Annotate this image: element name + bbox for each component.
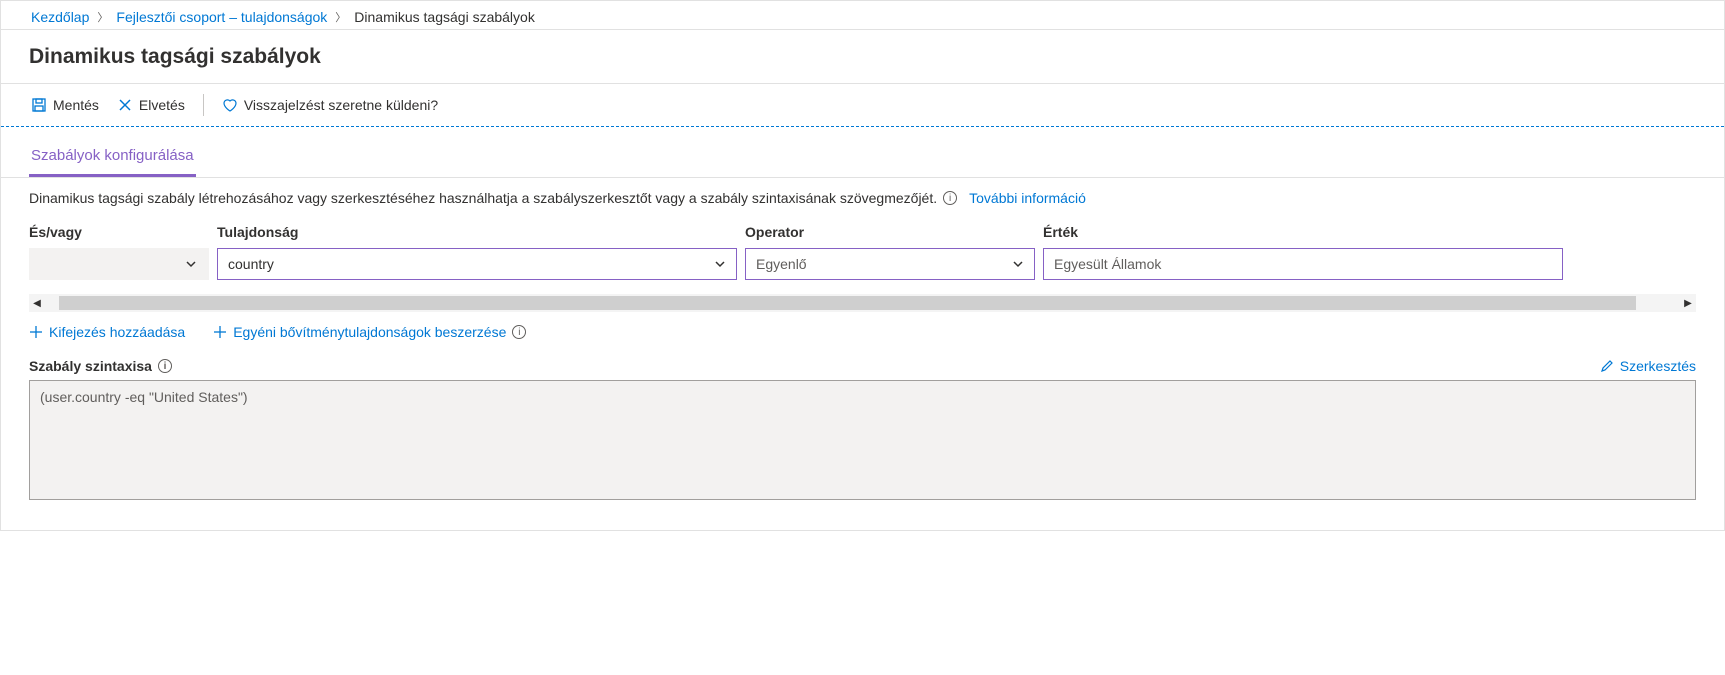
operator-value: Egyenlő <box>756 256 1006 272</box>
chevron-down-icon <box>1012 258 1024 270</box>
chevron-right-icon: 〉 <box>97 9 108 25</box>
plus-icon <box>29 325 43 339</box>
breadcrumb-current: Dinamikus tagsági szabályok <box>354 9 535 25</box>
save-label: Mentés <box>53 97 99 113</box>
col-header-operator: Operator <box>745 224 1035 240</box>
info-icon[interactable]: i <box>158 359 172 373</box>
scroll-thumb[interactable] <box>59 296 1636 310</box>
property-dropdown[interactable]: country <box>217 248 737 280</box>
toolbar-divider <box>203 94 204 116</box>
info-icon[interactable]: i <box>943 191 957 205</box>
pencil-icon <box>1600 359 1614 373</box>
description-text: Dinamikus tagsági szabály létrehozásához… <box>29 190 937 206</box>
tabs: Szabályok konfigurálása <box>1 127 1724 178</box>
scroll-right-arrow[interactable]: ▶ <box>1680 294 1696 312</box>
more-info-link[interactable]: További információ <box>969 190 1086 206</box>
edit-label: Szerkesztés <box>1620 358 1696 374</box>
save-button[interactable]: Mentés <box>31 97 99 113</box>
syntax-header: Szabály szintaxisa i Szerkesztés <box>1 358 1724 380</box>
col-header-property: Tulajdonság <box>217 224 737 240</box>
add-expression-link[interactable]: Kifejezés hozzáadása <box>29 324 185 340</box>
description-row: Dinamikus tagsági szabály létrehozásához… <box>1 178 1724 224</box>
feedback-label: Visszajelzést szeretne küldeni? <box>244 97 438 113</box>
chevron-down-icon <box>185 258 197 270</box>
close-button[interactable] <box>1692 40 1704 73</box>
syntax-value: (user.country -eq "United States") <box>40 389 248 405</box>
syntax-label: Szabály szintaxisa <box>29 358 152 374</box>
breadcrumb-group[interactable]: Fejlesztői csoport – tulajdonságok <box>116 9 327 25</box>
rule-builder: És/vagy Tulajdonság Operator Érték count… <box>1 224 1724 288</box>
discard-label: Elvetés <box>139 97 185 113</box>
add-expression-label: Kifejezés hozzáadása <box>49 324 185 340</box>
tab-configure-rules[interactable]: Szabályok konfigurálása <box>29 139 196 177</box>
add-row: Kifejezés hozzáadása Egyéni bővítménytul… <box>1 318 1724 358</box>
discard-button[interactable]: Elvetés <box>117 97 185 113</box>
syntax-textarea[interactable]: (user.country -eq "United States") <box>29 380 1696 500</box>
chevron-right-icon: 〉 <box>335 9 346 25</box>
scroll-left-arrow[interactable]: ◀ <box>29 294 45 312</box>
rule-row: country Egyenlő Egyesült Államok <box>29 248 1696 280</box>
breadcrumb-home[interactable]: Kezdőlap <box>31 9 89 25</box>
custom-ext-label: Egyéni bővítménytulajdonságok beszerzése <box>233 324 506 340</box>
plus-icon <box>213 325 227 339</box>
col-header-value: Érték <box>1043 224 1563 240</box>
value-input[interactable]: Egyesült Államok <box>1043 248 1563 280</box>
chevron-down-icon <box>714 258 726 270</box>
info-icon[interactable]: i <box>512 325 526 339</box>
property-value: country <box>228 256 708 272</box>
edit-syntax-link[interactable]: Szerkesztés <box>1600 358 1696 374</box>
feedback-button[interactable]: Visszajelzést szeretne küldeni? <box>222 97 438 113</box>
title-row: Dinamikus tagsági szabályok <box>1 30 1724 84</box>
operator-dropdown[interactable]: Egyenlő <box>745 248 1035 280</box>
col-header-andor: És/vagy <box>29 224 209 240</box>
page-title: Dinamikus tagsági szabályok <box>29 45 1692 69</box>
toolbar: Mentés Elvetés Visszajelzést szeretne kü… <box>1 84 1724 127</box>
custom-ext-link[interactable]: Egyéni bővítménytulajdonságok beszerzése… <box>213 324 526 340</box>
value-text: Egyesült Államok <box>1054 256 1161 272</box>
horizontal-scrollbar[interactable]: ◀ ▶ <box>29 294 1696 312</box>
andor-dropdown[interactable] <box>29 248 209 280</box>
breadcrumb: Kezdőlap 〉 Fejlesztői csoport – tulajdon… <box>1 1 1724 30</box>
